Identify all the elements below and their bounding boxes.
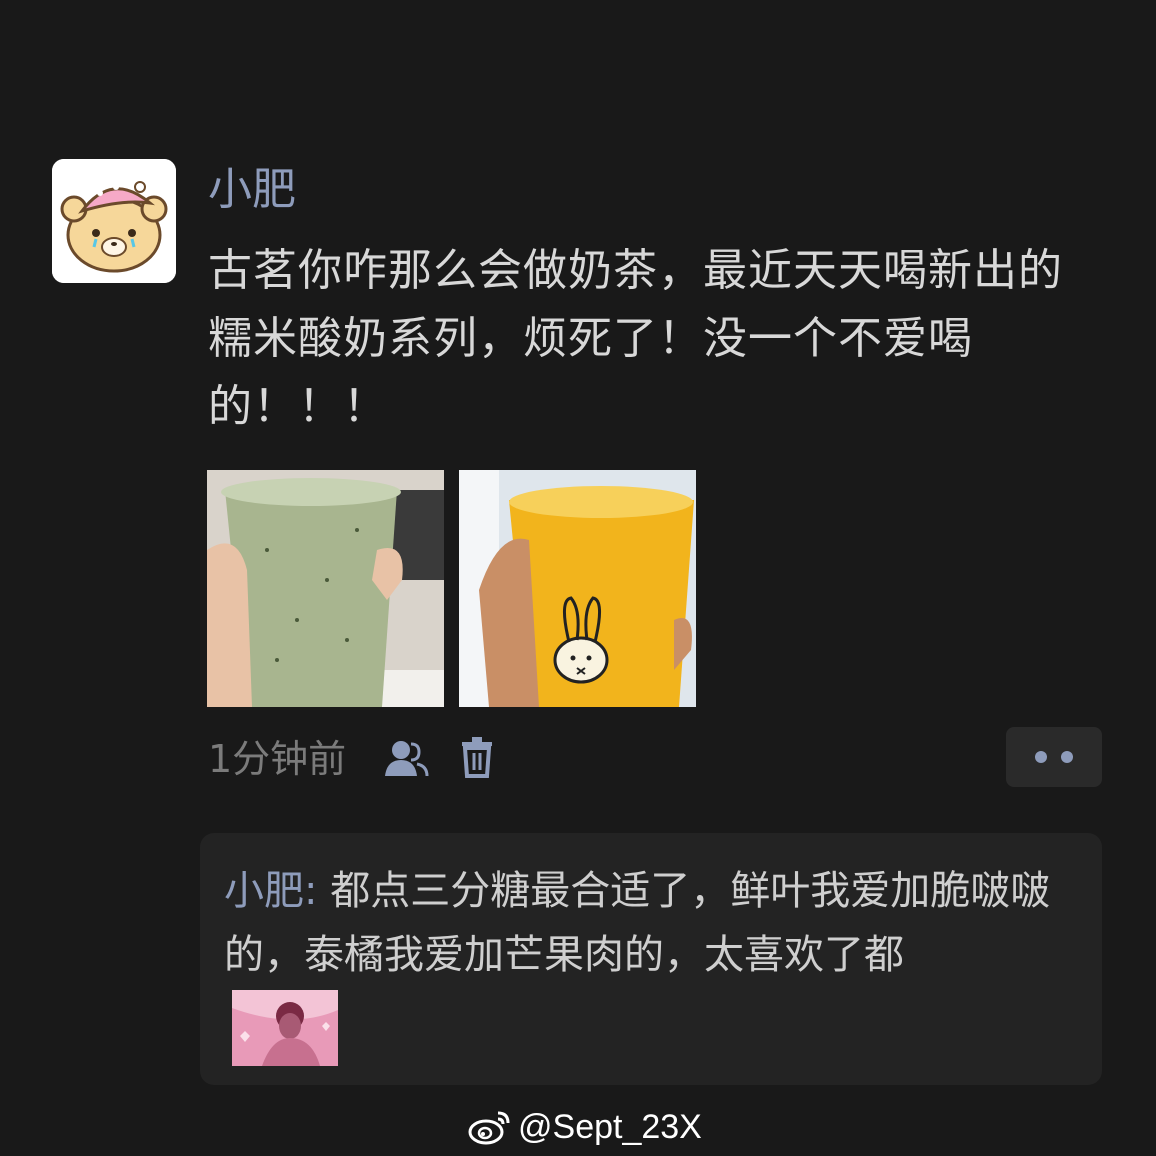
comment-separator: : — [304, 868, 331, 914]
comment-section: 小肥: 都点三分糖最合适了，鲜叶我爱加脆啵啵的，泰橘我爱加芒果肉的，太喜欢了都 — [200, 833, 1102, 1085]
watermark: @Sept_23X — [468, 1102, 702, 1152]
comment-sticker[interactable] — [232, 990, 338, 1066]
weibo-icon — [468, 1111, 510, 1145]
bear-avatar-icon — [52, 159, 176, 283]
matcha-drink-photo-icon — [207, 470, 444, 707]
photo-matcha[interactable] — [207, 470, 444, 707]
trash-icon[interactable] — [460, 736, 494, 778]
comment-body: 都点三分糖最合适了，鲜叶我爱加脆啵啵的，泰橘我爱加芒果肉的，太喜欢了都 — [224, 868, 1051, 978]
post-text: 古茗你咋那么会做奶茶，最近天天喝新出的糯米酸奶系列，烦死了！没一个不爱喝的！！！ — [208, 245, 1063, 432]
mango-drink-photo-icon — [459, 470, 696, 707]
photo-mango[interactable] — [459, 470, 696, 707]
watermark-handle: @Sept_23X — [518, 1107, 702, 1146]
post-username[interactable]: 小肥 — [208, 160, 296, 220]
more-dots-icon — [1061, 751, 1073, 763]
moments-post: 小肥 古茗你咋那么会做奶茶，最近天天喝新出的糯米酸奶系列，烦死了！没一个不爱喝的… — [0, 0, 1156, 1156]
sticker-image-icon — [232, 990, 338, 1066]
post-meta-row: 1分钟前 — [208, 727, 1102, 787]
more-dots-icon — [1035, 751, 1047, 763]
avatar[interactable] — [52, 159, 176, 283]
comment[interactable]: 小肥: 都点三分糖最合适了，鲜叶我爱加脆啵啵的，泰橘我爱加芒果肉的，太喜欢了都 — [224, 859, 1084, 987]
more-button[interactable] — [1006, 727, 1102, 787]
comment-author[interactable]: 小肥 — [224, 868, 304, 914]
post-timestamp: 1分钟前 — [208, 737, 347, 781]
friends-icon[interactable] — [383, 738, 429, 778]
